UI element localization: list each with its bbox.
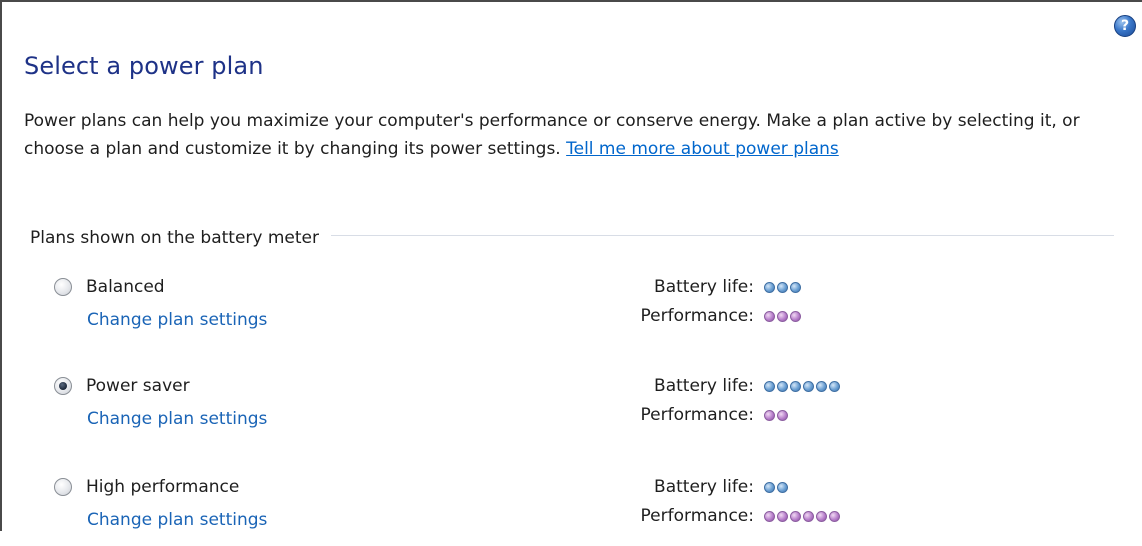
battery-life-dot [790,281,801,293]
performance-dot [777,310,788,322]
plan-high-performance: High performance Change plan settings Ba… [54,476,1114,546]
performance-meter [764,305,803,327]
performance-label: Performance: [640,405,754,425]
page-description: Power plans can help you maximize your c… [24,107,1104,163]
radio-high-performance[interactable] [54,478,72,496]
radio-power-saver[interactable] [54,377,72,395]
plan-name-balanced[interactable]: Balanced [86,276,165,298]
performance-dot [829,510,840,522]
battery-life-meter [764,375,842,397]
battery-life-dot [764,380,775,392]
battery-life-dot [777,380,788,392]
battery-life-dot [777,281,788,293]
performance-meter [764,404,790,426]
performance-meter [764,505,842,527]
performance-label: Performance: [640,506,754,526]
change-plan-settings-link-power-saver[interactable]: Change plan settings [87,408,267,430]
performance-dot [764,310,775,322]
battery-life-meter [764,476,790,498]
performance-dot [777,510,788,522]
performance-dot [790,510,801,522]
group-label: Plans shown on the battery meter [30,228,332,248]
change-plan-settings-link-balanced[interactable]: Change plan settings [87,309,267,331]
plan-name-power-saver[interactable]: Power saver [86,375,190,397]
battery-life-label: Battery life: [654,477,754,497]
battery-life-dot [777,481,788,493]
battery-life-dot [803,380,814,392]
performance-dot [790,310,801,322]
battery-meter-plans-group: Plans shown on the battery meter [30,228,1114,248]
description-text: Power plans can help you maximize your c… [24,111,1080,159]
power-plans-help-link[interactable]: Tell me more about power plans [566,139,839,159]
battery-life-dot [829,380,840,392]
plan-balanced: Balanced Change plan settings Battery li… [54,276,1114,346]
performance-dot [803,510,814,522]
performance-dot [764,510,775,522]
battery-life-dot [764,481,775,493]
battery-life-meter [764,276,803,298]
battery-life-label: Battery life: [654,277,754,297]
power-options-panel: ? Select a power plan Power plans can he… [0,0,1142,531]
performance-dot [777,409,788,421]
help-icon[interactable]: ? [1114,15,1136,37]
page-title: Select a power plan [24,52,264,80]
plan-name-high-performance[interactable]: High performance [86,476,239,498]
performance-label: Performance: [640,306,754,326]
performance-dot [764,409,775,421]
battery-life-dot [764,281,775,293]
performance-dot [816,510,827,522]
change-plan-settings-link-high-performance[interactable]: Change plan settings [87,509,267,531]
battery-life-dot [816,380,827,392]
battery-life-dot [790,380,801,392]
battery-life-label: Battery life: [654,376,754,396]
plan-power-saver: Power saver Change plan settings Battery… [54,375,1114,445]
radio-balanced[interactable] [54,278,72,296]
